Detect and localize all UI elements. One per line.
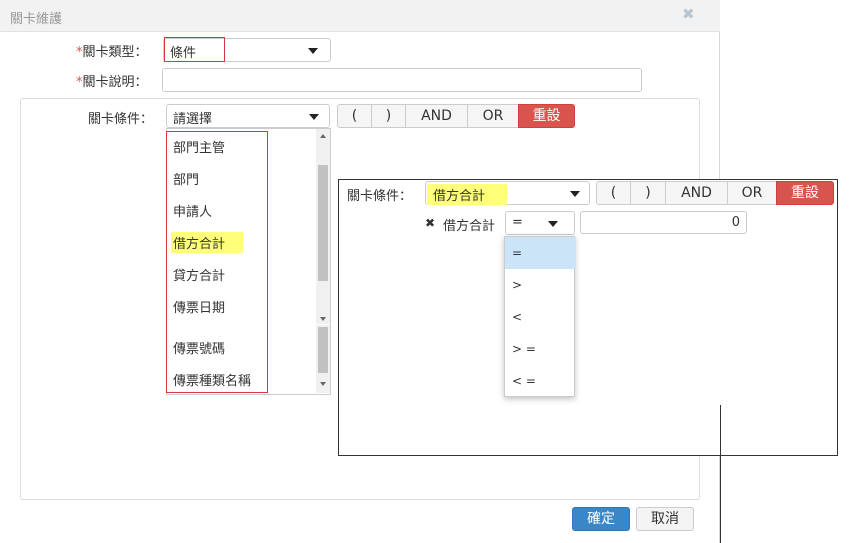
ok-button[interactable]: 確定: [572, 507, 630, 531]
scroll-thumb[interactable]: [318, 327, 328, 373]
or-button[interactable]: OR: [727, 181, 777, 205]
or-button[interactable]: OR: [467, 104, 519, 128]
condition-field-label: 借方合計: [443, 219, 496, 234]
dialog-header: 關卡維護 ✖: [0, 0, 720, 32]
annotation-box: [164, 37, 225, 62]
open-paren-button[interactable]: (: [596, 181, 631, 205]
operator-select-value: =: [512, 215, 523, 230]
callout-condition-label: 關卡條件：: [347, 189, 413, 204]
remove-icon[interactable]: ✖: [425, 216, 435, 230]
chevron-down-icon: [309, 114, 319, 120]
operator-option[interactable]: <: [505, 301, 576, 333]
open-paren-button[interactable]: (: [337, 104, 372, 128]
condition-select-value: 請選擇: [173, 112, 213, 127]
list-scrollbar[interactable]: [316, 129, 330, 324]
operator-select[interactable]: =: [505, 211, 575, 235]
and-button[interactable]: AND: [405, 104, 468, 128]
scroll-thumb[interactable]: [318, 165, 328, 281]
chevron-down-icon: [308, 48, 318, 54]
scroll-down-icon[interactable]: [320, 382, 326, 386]
scroll-down-icon[interactable]: [320, 317, 326, 321]
desc-input[interactable]: [162, 68, 642, 92]
close-paren-button[interactable]: ): [371, 104, 406, 128]
chevron-down-icon: [570, 191, 580, 197]
callout-panel: 關卡條件： 借方合計 ( ) AND OR 重設 ✖ 借方合計 = = > < …: [338, 179, 838, 456]
operator-dropdown: = > < > = < =: [504, 236, 576, 397]
connector-line: [720, 405, 721, 543]
operator-option[interactable]: >: [505, 269, 576, 301]
condition-label: 關卡條件：: [88, 112, 154, 127]
callout-select-value: 借方合計: [427, 184, 507, 205]
close-icon[interactable]: ✖: [682, 5, 695, 23]
annotation-box: [166, 131, 268, 393]
close-paren-button[interactable]: ): [630, 181, 666, 205]
cancel-button[interactable]: 取消: [636, 507, 694, 531]
list-scrollbar-lower[interactable]: [316, 325, 330, 393]
dialog-title: 關卡維護: [10, 12, 63, 27]
condition-value-input[interactable]: [580, 211, 747, 234]
desc-label: *關卡說明：: [76, 75, 148, 90]
operator-option[interactable]: > =: [505, 333, 576, 365]
reset-button[interactable]: 重設: [518, 104, 575, 128]
chevron-down-icon: [548, 221, 558, 227]
operator-option-selected[interactable]: =: [505, 237, 576, 269]
and-button[interactable]: AND: [665, 181, 728, 205]
callout-condition-select[interactable]: 借方合計: [425, 181, 590, 205]
type-label: *關卡類型：: [76, 45, 148, 60]
condition-select[interactable]: 請選擇: [166, 104, 330, 128]
reset-button[interactable]: 重設: [776, 181, 834, 205]
operator-option[interactable]: < =: [505, 365, 576, 397]
scroll-up-icon[interactable]: [320, 134, 326, 138]
